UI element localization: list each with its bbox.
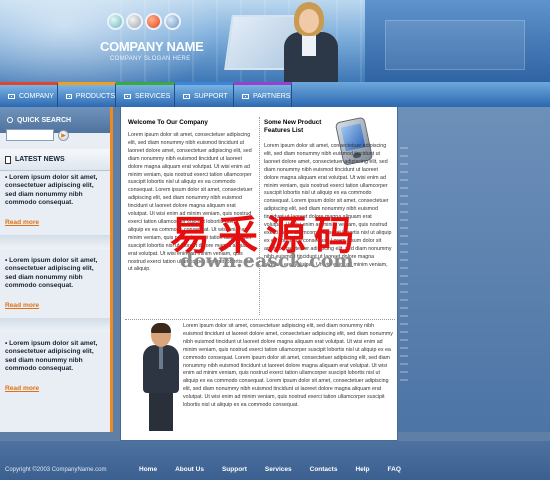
watermark-url: down.easck.com bbox=[180, 250, 354, 272]
search-icon bbox=[7, 117, 13, 123]
read-more-link[interactable]: Read more bbox=[5, 219, 105, 226]
news-item: • Lorem ipsum dolor sit amet, consectetu… bbox=[0, 257, 110, 309]
news-text: • Lorem ipsum dolor sit amet, consectetu… bbox=[5, 257, 98, 289]
footer bbox=[0, 441, 550, 480]
logo-circle-icon bbox=[126, 13, 143, 30]
quick-search-row: ▶ bbox=[6, 129, 69, 141]
footer-link-services[interactable]: Services bbox=[265, 466, 292, 473]
latest-news-header: LATEST NEWS bbox=[0, 149, 110, 171]
sidebar: QUICK SEARCH ▶ LATEST NEWS • Lorem ipsum… bbox=[0, 107, 113, 432]
businessman-photo bbox=[141, 323, 181, 433]
document-icon bbox=[5, 155, 11, 164]
footer-link-help[interactable]: Help bbox=[355, 466, 369, 473]
footer-link-home[interactable]: Home bbox=[139, 466, 157, 473]
footer-links: Home About Us Support Services Contacts … bbox=[139, 466, 419, 473]
nav-support[interactable]: SUPPORT bbox=[175, 82, 234, 107]
company-slogan: COMPANY SLOGAN HERE bbox=[110, 56, 191, 62]
read-more-link[interactable]: Read more bbox=[5, 385, 105, 392]
nav-bullet-icon bbox=[183, 93, 190, 99]
main-content: Welcome To Our Company Lorem ipsum dolor… bbox=[120, 107, 398, 441]
products-title: Some New Product Features List bbox=[264, 119, 322, 134]
logo-circle-icon bbox=[164, 13, 181, 30]
news-item: • Lorem ipsum dolor sit amet, consectetu… bbox=[0, 340, 110, 392]
welcome-title: Welcome To Our Company bbox=[128, 119, 208, 126]
nav-label: SUPPORT bbox=[194, 92, 228, 100]
logo-circles bbox=[107, 13, 181, 30]
quick-search-title: QUICK SEARCH bbox=[17, 116, 72, 124]
nav-products[interactable]: PRODUCTS bbox=[58, 82, 116, 107]
nav-company[interactable]: COMPANY bbox=[0, 82, 58, 107]
nav-label: COMPANY bbox=[19, 92, 54, 100]
nav-bullet-icon bbox=[124, 93, 131, 99]
news-item: • Lorem ipsum dolor sit amet, consectetu… bbox=[0, 174, 110, 226]
read-more-link[interactable]: Read more bbox=[5, 302, 105, 309]
arrow-right-icon: ▶ bbox=[61, 132, 66, 139]
news-text: • Lorem ipsum dolor sit amet, consectetu… bbox=[5, 174, 98, 206]
header-panel-decoration bbox=[385, 20, 525, 70]
right-background bbox=[398, 107, 550, 432]
header-right-panel bbox=[365, 0, 550, 82]
company-name: COMPANY NAME bbox=[100, 39, 204, 54]
section-divider bbox=[125, 319, 395, 320]
main-nav: COMPANY PRODUCTS SERVICES SUPPORT PARTNE… bbox=[0, 82, 550, 107]
nav-services[interactable]: SERVICES bbox=[116, 82, 175, 107]
nav-partners[interactable]: PARTNERS bbox=[234, 82, 292, 107]
news-divider bbox=[0, 318, 110, 332]
news-text: • Lorem ipsum dolor sit amet, consectetu… bbox=[5, 340, 98, 372]
footer-link-contacts[interactable]: Contacts bbox=[310, 466, 338, 473]
search-go-button[interactable]: ▶ bbox=[58, 129, 69, 141]
footer-link-faq[interactable]: FAQ bbox=[388, 466, 401, 473]
logo-circle-icon bbox=[107, 13, 124, 30]
nav-bullet-icon bbox=[8, 93, 15, 99]
latest-news-title: LATEST NEWS bbox=[15, 156, 65, 163]
nav-bullet-icon bbox=[242, 93, 249, 99]
nav-label: PARTNERS bbox=[253, 92, 291, 100]
header-banner: COMPANY NAME COMPANY SLOGAN HERE bbox=[0, 0, 550, 82]
footer-link-about[interactable]: About Us bbox=[175, 466, 204, 473]
bottom-text: Lorem ipsum dolor sit amet, consectetuer… bbox=[183, 323, 393, 409]
header-woman-photo bbox=[278, 2, 358, 82]
copyright-text: Copyright ©2003 CompanyName.com bbox=[5, 467, 107, 473]
nav-label: PRODUCTS bbox=[75, 92, 115, 100]
news-divider bbox=[0, 235, 110, 249]
nav-bullet-icon bbox=[66, 93, 72, 99]
dotted-decoration bbox=[400, 147, 408, 387]
nav-label: SERVICES bbox=[135, 92, 171, 100]
footer-link-support[interactable]: Support bbox=[222, 466, 247, 473]
logo-circle-icon bbox=[145, 13, 162, 30]
search-input[interactable] bbox=[6, 129, 54, 141]
